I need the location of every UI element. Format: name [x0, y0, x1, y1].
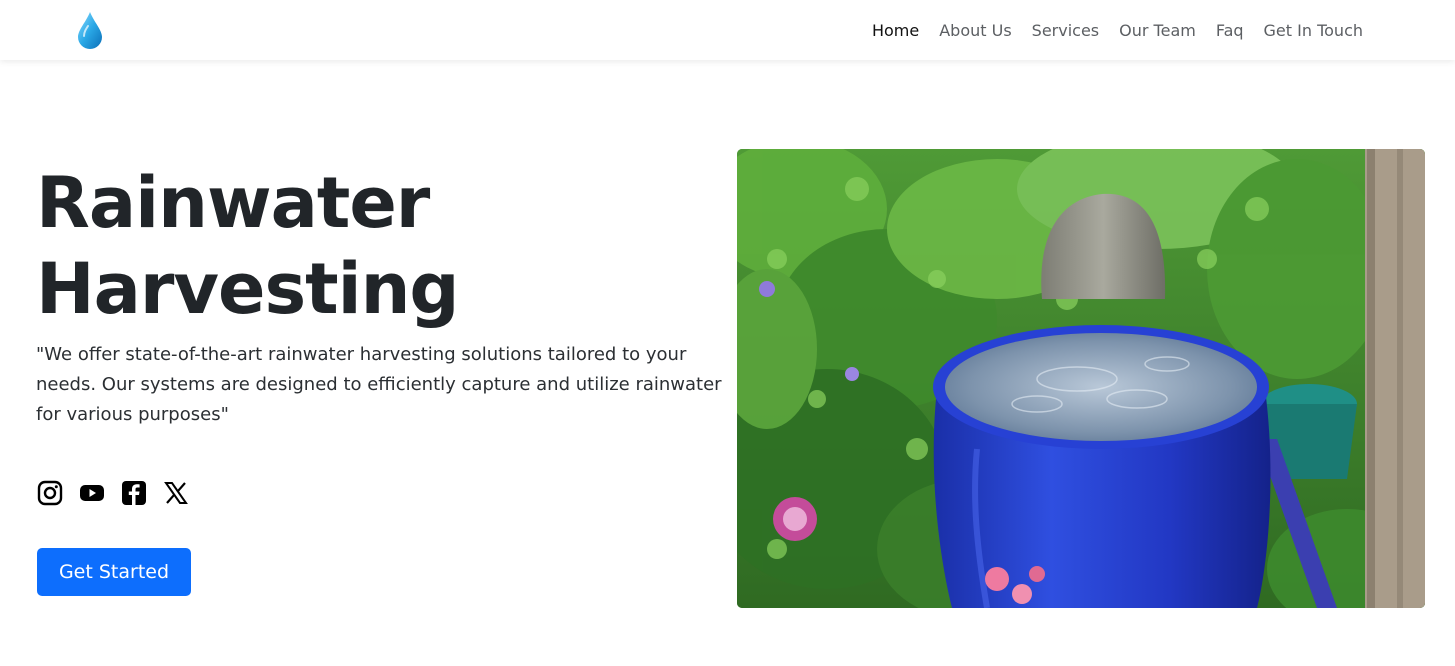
get-started-button[interactable]: Get Started	[37, 548, 191, 596]
nav-link-home[interactable]: Home	[872, 21, 919, 40]
facebook-icon[interactable]	[120, 479, 148, 507]
x-icon[interactable]	[162, 479, 190, 507]
hero-title: Rainwater Harvesting	[36, 160, 716, 332]
water-drop-icon[interactable]	[76, 10, 104, 50]
instagram-icon[interactable]	[36, 479, 64, 507]
social-links	[36, 479, 190, 507]
main-nav: Home About Us Services Our Team Faq Get …	[872, 0, 1363, 60]
hero-title-line-1: Rainwater	[36, 162, 430, 244]
hero-title-line-2: Harvesting	[36, 248, 460, 330]
nav-link-get-in-touch[interactable]: Get In Touch	[1264, 21, 1363, 40]
nav-link-about-us[interactable]: About Us	[939, 21, 1011, 40]
youtube-icon[interactable]	[78, 479, 106, 507]
nav-link-services[interactable]: Services	[1032, 21, 1099, 40]
hero-description: "We offer state-of-the-art rainwater har…	[36, 344, 722, 425]
hero-image	[737, 149, 1425, 608]
nav-link-faq[interactable]: Faq	[1216, 21, 1244, 40]
nav-link-our-team[interactable]: Our Team	[1119, 21, 1196, 40]
navbar: Home About Us Services Our Team Faq Get …	[0, 0, 1455, 60]
